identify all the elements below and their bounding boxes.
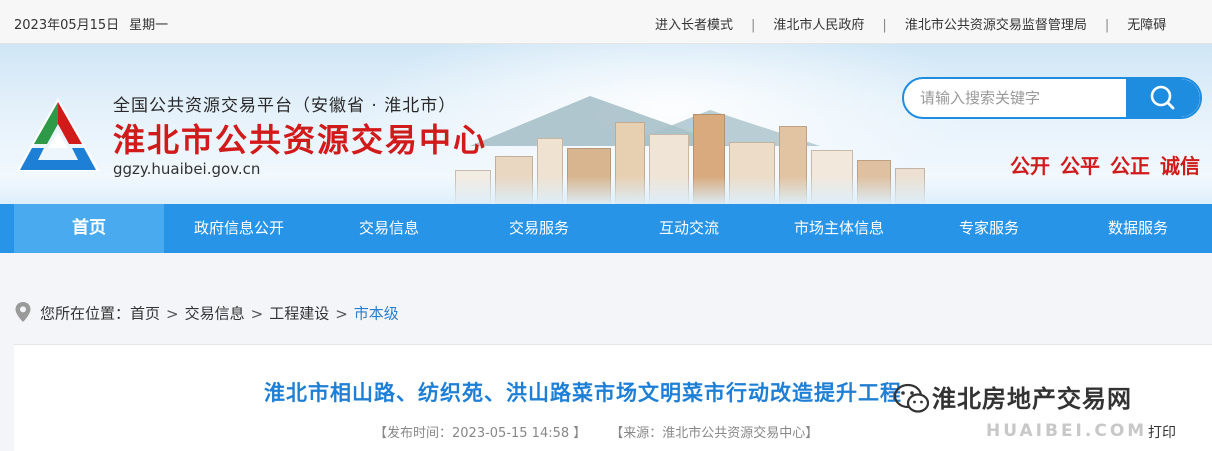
weekday-text: 星期一: [129, 18, 169, 33]
nav-item-home[interactable]: 首页: [14, 204, 164, 253]
watermark: 淮北房地产交易网 HUAIBEI.COM: [888, 371, 1212, 451]
nav-item-trade-service[interactable]: 交易服务: [464, 204, 614, 253]
search-input[interactable]: [904, 79, 1128, 117]
breadcrumb-trade-info[interactable]: 交易信息: [185, 305, 245, 323]
site-logo[interactable]: [14, 96, 102, 176]
slogan-word: 诚信: [1160, 154, 1200, 178]
nav-item-expert-service[interactable]: 专家服务: [914, 204, 1064, 253]
location-pin-icon: [14, 301, 32, 327]
article-source: 【来源：淮北市公共资源交易中心】: [610, 426, 819, 441]
breadcrumb-current[interactable]: 市本级: [354, 305, 399, 323]
breadcrumb-home[interactable]: 首页: [130, 305, 160, 323]
nav-item-market-entity[interactable]: 市场主体信息: [764, 204, 914, 253]
current-date: 2023年05月15日 星期一: [14, 14, 178, 33]
breadcrumb: 您所在位置：首页 > 交易信息 > 工程建设 > 市本级: [14, 301, 399, 327]
breadcrumb-label: 您所在位置：: [40, 304, 131, 323]
watermark-text: 淮北房地产交易网: [932, 385, 1132, 413]
divider: |: [882, 18, 887, 33]
breadcrumb-separator: >: [250, 304, 264, 323]
main-nav: 首页 政府信息公开 交易信息 交易服务 互动交流 市场主体信息 专家服务 数据服…: [0, 204, 1212, 253]
elderly-mode-link[interactable]: 进入长者模式: [655, 18, 733, 33]
header-banner: 全国公共资源交易平台（安徽省 · 淮北市） 淮北市公共资源交易中心 ggzy.h…: [0, 44, 1212, 204]
breadcrumb-separator: >: [166, 304, 179, 323]
nav-item-gov-info[interactable]: 政府信息公开: [164, 204, 314, 253]
article-title: 淮北市相山路、纺织苑、洪山路菜市场文明菜市行动改造提升工程: [264, 381, 902, 405]
accessibility-link[interactable]: 无障碍: [1127, 18, 1166, 33]
divider: |: [1104, 18, 1110, 33]
wechat-icon: [893, 383, 930, 413]
nav-item-data-service[interactable]: 数据服务: [1064, 204, 1212, 253]
divider: |: [751, 18, 756, 33]
banner-haze: [0, 176, 1212, 204]
site-title: 淮北市公共资源交易中心: [113, 121, 488, 159]
slogan-word: 公开: [1010, 154, 1050, 178]
breadcrumb-separator: >: [335, 304, 348, 323]
article-meta: 【发布时间：2023-05-15 14:58 】 【来源：淮北市公共资源交易中心】: [374, 422, 818, 441]
top-links: 进入长者模式 | 淮北市人民政府 | 淮北市公共资源交易监督管理局 | 无障碍: [655, 14, 1166, 33]
breadcrumb-construction[interactable]: 工程建设: [269, 305, 329, 323]
nav-item-interaction[interactable]: 互动交流: [614, 204, 764, 253]
top-bar: 2023年05月15日 星期一 进入长者模式 | 淮北市人民政府 | 淮北市公共资源交易监…: [0, 0, 1212, 44]
publish-time: 【发布时间：2023-05-15 14:58 】: [374, 426, 587, 441]
slogan-word: 公正: [1110, 154, 1150, 178]
search-box: [902, 77, 1202, 119]
watermark-subtext: HUAIBEI.COM: [986, 421, 1148, 441]
nav-item-trade-info[interactable]: 交易信息: [314, 204, 464, 253]
supervision-bureau-link[interactable]: 淮北市公共资源交易监督管理局: [905, 18, 1087, 33]
slogan: 公开 公平 公正 诚信: [1000, 150, 1200, 179]
site-domain: ggzy.huaibei.gov.cn: [113, 160, 261, 178]
platform-name: 全国公共资源交易平台（安徽省 · 淮北市）: [113, 96, 457, 116]
date-text: 2023年05月15日: [14, 18, 120, 33]
slogan-word: 公平: [1060, 154, 1100, 178]
city-government-link[interactable]: 淮北市人民政府: [773, 18, 864, 33]
search-button[interactable]: [1126, 79, 1200, 117]
search-icon: [1150, 85, 1175, 110]
